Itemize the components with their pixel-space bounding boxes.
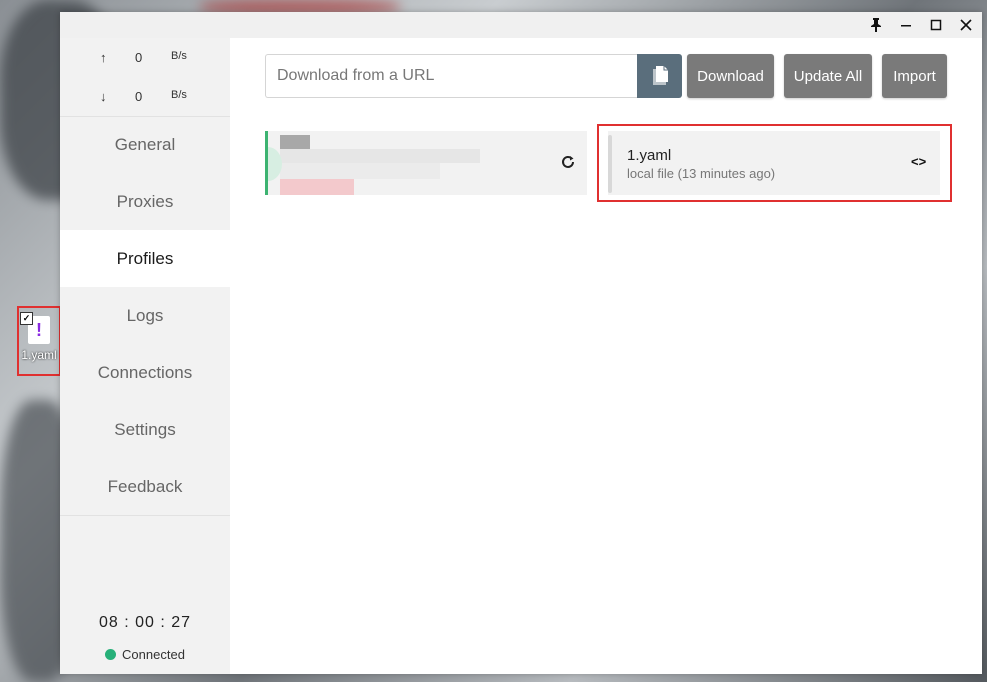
blurred-profile-name — [280, 135, 310, 149]
sidebar-nav: General Proxies Profiles Logs Connection… — [60, 116, 230, 515]
status-dot-icon — [105, 649, 117, 660]
sidebar-item-logs[interactable]: Logs — [60, 287, 230, 344]
title-bar — [60, 12, 982, 38]
traffic-monitor: ↑ 0 B/s ↓ 0 B/s — [60, 38, 230, 116]
update-all-button[interactable]: Update All — [784, 54, 872, 98]
blurred-profile-detail — [280, 149, 480, 163]
connection-status: Connected — [60, 647, 230, 662]
checkbox-icon: ✓ — [20, 312, 33, 325]
sidebar-item-settings[interactable]: Settings — [60, 401, 230, 458]
uptime-clock: 08 : 00 : 27 — [98, 614, 192, 631]
profile-card-selected[interactable] — [265, 131, 587, 195]
minimize-button[interactable] — [896, 15, 916, 35]
close-button[interactable] — [956, 15, 976, 35]
sidebar: ↑ 0 B/s ↓ 0 B/s General Proxies Profiles… — [60, 38, 230, 674]
maximize-button[interactable] — [926, 15, 946, 35]
download-value: 0 — [135, 89, 143, 104]
sidebar-item-proxies[interactable]: Proxies — [60, 173, 230, 230]
blurred-profile-tag — [280, 179, 354, 195]
upload-unit: B/s — [171, 50, 187, 62]
paste-button[interactable] — [637, 54, 682, 98]
sidebar-item-connections[interactable]: Connections — [60, 344, 230, 401]
import-button[interactable]: Import — [882, 54, 947, 98]
download-unit: B/s — [171, 89, 187, 101]
yaml-file-icon: ✓ ! — [20, 312, 50, 344]
url-input[interactable] — [265, 54, 637, 98]
desktop-file-label: 1.yaml — [21, 348, 57, 362]
blurred-profile-detail-2 — [280, 163, 440, 179]
desktop-file-icon[interactable]: ✓ ! 1.yaml — [17, 306, 61, 376]
download-arrow-icon: ↓ — [100, 89, 107, 104]
sidebar-divider-bottom — [60, 515, 230, 516]
app-window: ↑ 0 B/s ↓ 0 B/s General Proxies Profiles… — [60, 12, 982, 674]
paste-icon — [652, 66, 668, 85]
sidebar-item-feedback[interactable]: Feedback — [60, 458, 230, 515]
download-speed: ↓ 0 B/s — [60, 89, 230, 109]
status-label: Connected — [122, 647, 185, 662]
profile-highlight-box — [597, 124, 952, 202]
refresh-icon[interactable] — [561, 155, 575, 174]
sidebar-item-general[interactable]: General — [60, 116, 230, 173]
download-button[interactable]: Download — [687, 54, 774, 98]
upload-speed: ↑ 0 B/s — [60, 50, 230, 70]
pin-icon[interactable] — [866, 15, 886, 35]
profiles-panel: Download Update All Import 1.yaml local … — [230, 38, 982, 674]
upload-arrow-icon: ↑ — [100, 50, 107, 65]
upload-value: 0 — [135, 50, 143, 65]
sidebar-item-profiles[interactable]: Profiles — [60, 230, 230, 287]
